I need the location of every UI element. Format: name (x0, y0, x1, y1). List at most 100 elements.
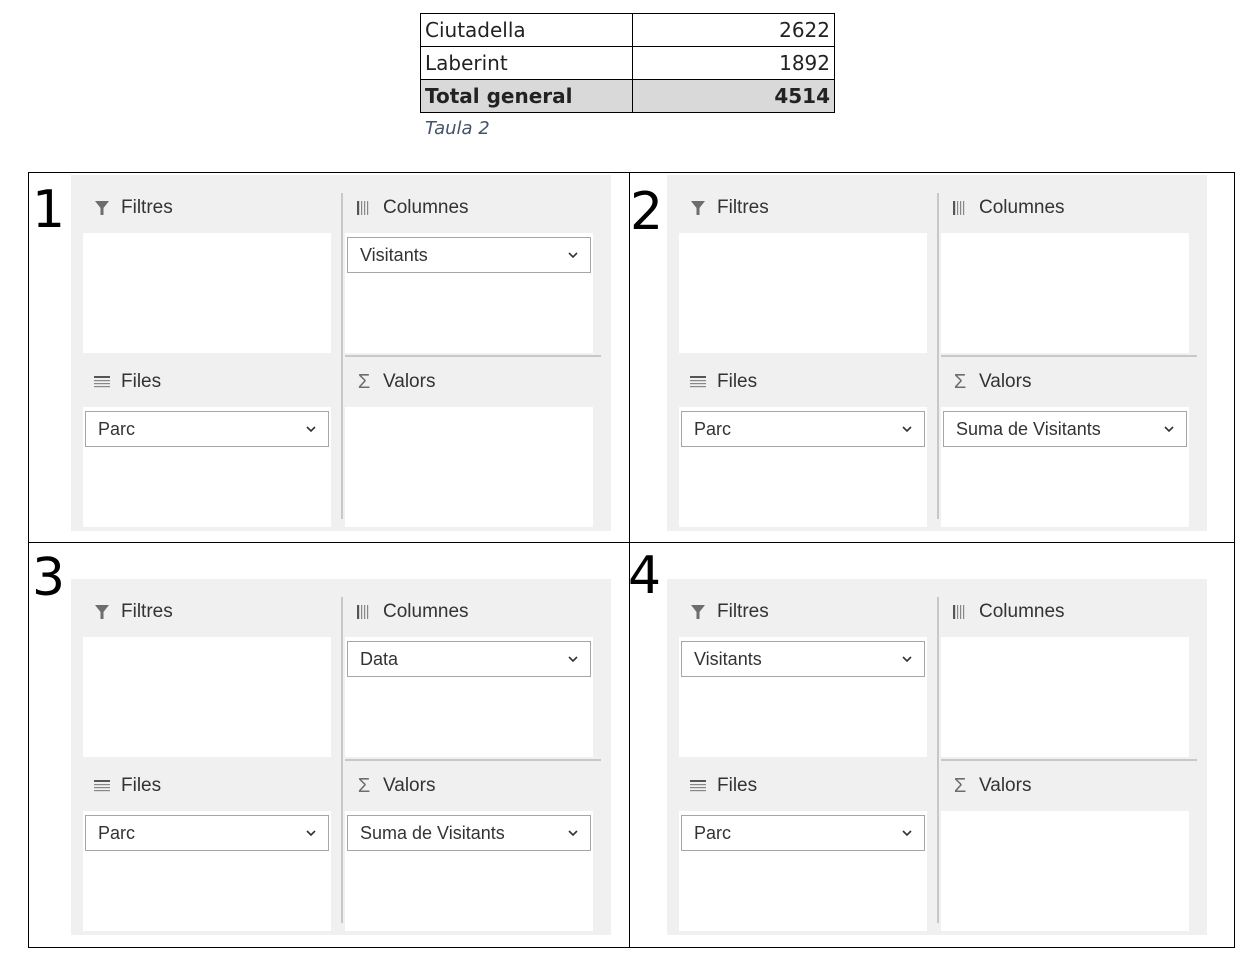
pane-separator-horizontal (941, 355, 1197, 357)
filters-field-chip[interactable]: Visitants (681, 641, 925, 677)
pane-separator-horizontal (941, 759, 1197, 761)
values-label: Valors (979, 371, 1032, 392)
chevron-down-icon[interactable] (902, 422, 912, 436)
funnel-icon (687, 198, 709, 218)
rows-header: Files (679, 367, 757, 397)
chevron-down-icon[interactable] (568, 652, 578, 666)
row-value: 2622 (632, 13, 835, 47)
rows-field-chip[interactable]: Parc (681, 815, 925, 851)
funnel-icon (687, 602, 709, 622)
summary-table: Ciutadella 2622 Laberint 1892 Total gene… (420, 13, 835, 113)
field-label: Parc (694, 822, 732, 843)
filters-drop-area[interactable] (83, 637, 331, 757)
filters-label: Filtres (121, 601, 173, 622)
chevron-down-icon[interactable] (1164, 422, 1174, 436)
rows-field-chip[interactable]: Parc (85, 815, 329, 851)
chevron-down-icon[interactable] (902, 652, 912, 666)
rows-icon (91, 776, 113, 796)
chevron-down-icon[interactable] (902, 826, 912, 840)
sigma-icon: Σ (357, 774, 371, 797)
filters-label: Filtres (121, 197, 173, 218)
rows-drop-area[interactable]: Parc (679, 407, 927, 527)
total-value: 4514 (632, 79, 835, 113)
funnel-icon (91, 602, 113, 622)
filters-drop-area[interactable]: Visitants (679, 637, 927, 757)
pivot-fields-pane-4: Filtres Visitants Columnes Files Parc Σ … (667, 579, 1207, 935)
columns-icon (949, 602, 971, 622)
chevron-down-icon[interactable] (568, 826, 578, 840)
columns-header: Columnes (941, 193, 1065, 223)
rows-header: Files (83, 367, 161, 397)
pivot-fields-pane-3: Filtres Columnes Data Files Parc Σ Valor… (71, 579, 611, 935)
columns-drop-area[interactable]: Visitants (345, 233, 593, 353)
columns-label: Columnes (383, 197, 469, 218)
field-label: Parc (694, 418, 732, 439)
rows-drop-area[interactable]: Parc (83, 811, 331, 931)
filters-header: Filtres (83, 193, 173, 223)
field-label: Suma de Visitants (360, 822, 505, 843)
option-number: 1 (32, 180, 66, 240)
values-drop-area[interactable]: Suma de Visitants (345, 811, 593, 931)
option-number: 2 (630, 182, 664, 242)
columns-drop-area[interactable] (941, 637, 1189, 757)
values-header: Σ Valors (941, 771, 1032, 801)
values-drop-area[interactable] (345, 407, 593, 527)
rows-label: Files (717, 371, 758, 392)
rows-label: Files (121, 775, 162, 796)
rows-icon (91, 372, 113, 392)
filters-drop-area[interactable] (83, 233, 331, 353)
row-name: Ciutadella (420, 13, 633, 47)
rows-label: Files (717, 775, 758, 796)
funnel-icon (91, 198, 113, 218)
chevron-down-icon[interactable] (568, 248, 578, 262)
filters-label: Filtres (717, 601, 769, 622)
columns-drop-area[interactable]: Data (345, 637, 593, 757)
pane-separator-vertical (341, 597, 343, 923)
values-field-chip[interactable]: Suma de Visitants (943, 411, 1187, 447)
sigma-icon: Σ (357, 370, 371, 393)
grid-divider-horizontal (29, 542, 1234, 543)
pane-separator-horizontal (345, 759, 601, 761)
columns-label: Columnes (383, 601, 469, 622)
values-header: Σ Valors (345, 771, 436, 801)
values-label: Valors (979, 775, 1032, 796)
columns-field-chip[interactable]: Data (347, 641, 591, 677)
columns-icon (949, 198, 971, 218)
rows-label: Files (121, 371, 162, 392)
field-label: Visitants (694, 648, 762, 669)
rows-field-chip[interactable]: Parc (681, 411, 925, 447)
field-label: Parc (98, 822, 136, 843)
pane-separator-vertical (937, 597, 939, 923)
chevron-down-icon[interactable] (306, 826, 316, 840)
columns-header: Columnes (345, 597, 469, 627)
field-label: Data (360, 648, 399, 669)
rows-drop-area[interactable]: Parc (679, 811, 927, 931)
filters-header: Filtres (679, 193, 769, 223)
values-drop-area[interactable] (941, 811, 1189, 931)
rows-field-chip[interactable]: Parc (85, 411, 329, 447)
field-label: Suma de Visitants (956, 418, 1101, 439)
chevron-down-icon[interactable] (306, 422, 316, 436)
values-drop-area[interactable]: Suma de Visitants (941, 407, 1189, 527)
filters-header: Filtres (679, 597, 769, 627)
table-row: Laberint 1892 (420, 46, 835, 80)
values-header: Σ Valors (941, 367, 1032, 397)
filters-drop-area[interactable] (679, 233, 927, 353)
values-header: Σ Valors (345, 367, 436, 397)
pane-separator-vertical (341, 193, 343, 519)
rows-header: Files (679, 771, 757, 801)
columns-field-chip[interactable]: Visitants (347, 237, 591, 273)
table-caption: Taula 2 (425, 118, 490, 139)
columns-header: Columnes (345, 193, 469, 223)
columns-label: Columnes (979, 601, 1065, 622)
filters-header: Filtres (83, 597, 173, 627)
field-label: Visitants (360, 244, 428, 265)
rows-drop-area[interactable]: Parc (83, 407, 331, 527)
rows-icon (687, 372, 709, 392)
row-name: Laberint (420, 46, 633, 80)
total-label: Total general (420, 79, 633, 113)
columns-header: Columnes (941, 597, 1065, 627)
field-label: Parc (98, 418, 136, 439)
values-field-chip[interactable]: Suma de Visitants (347, 815, 591, 851)
columns-drop-area[interactable] (941, 233, 1189, 353)
